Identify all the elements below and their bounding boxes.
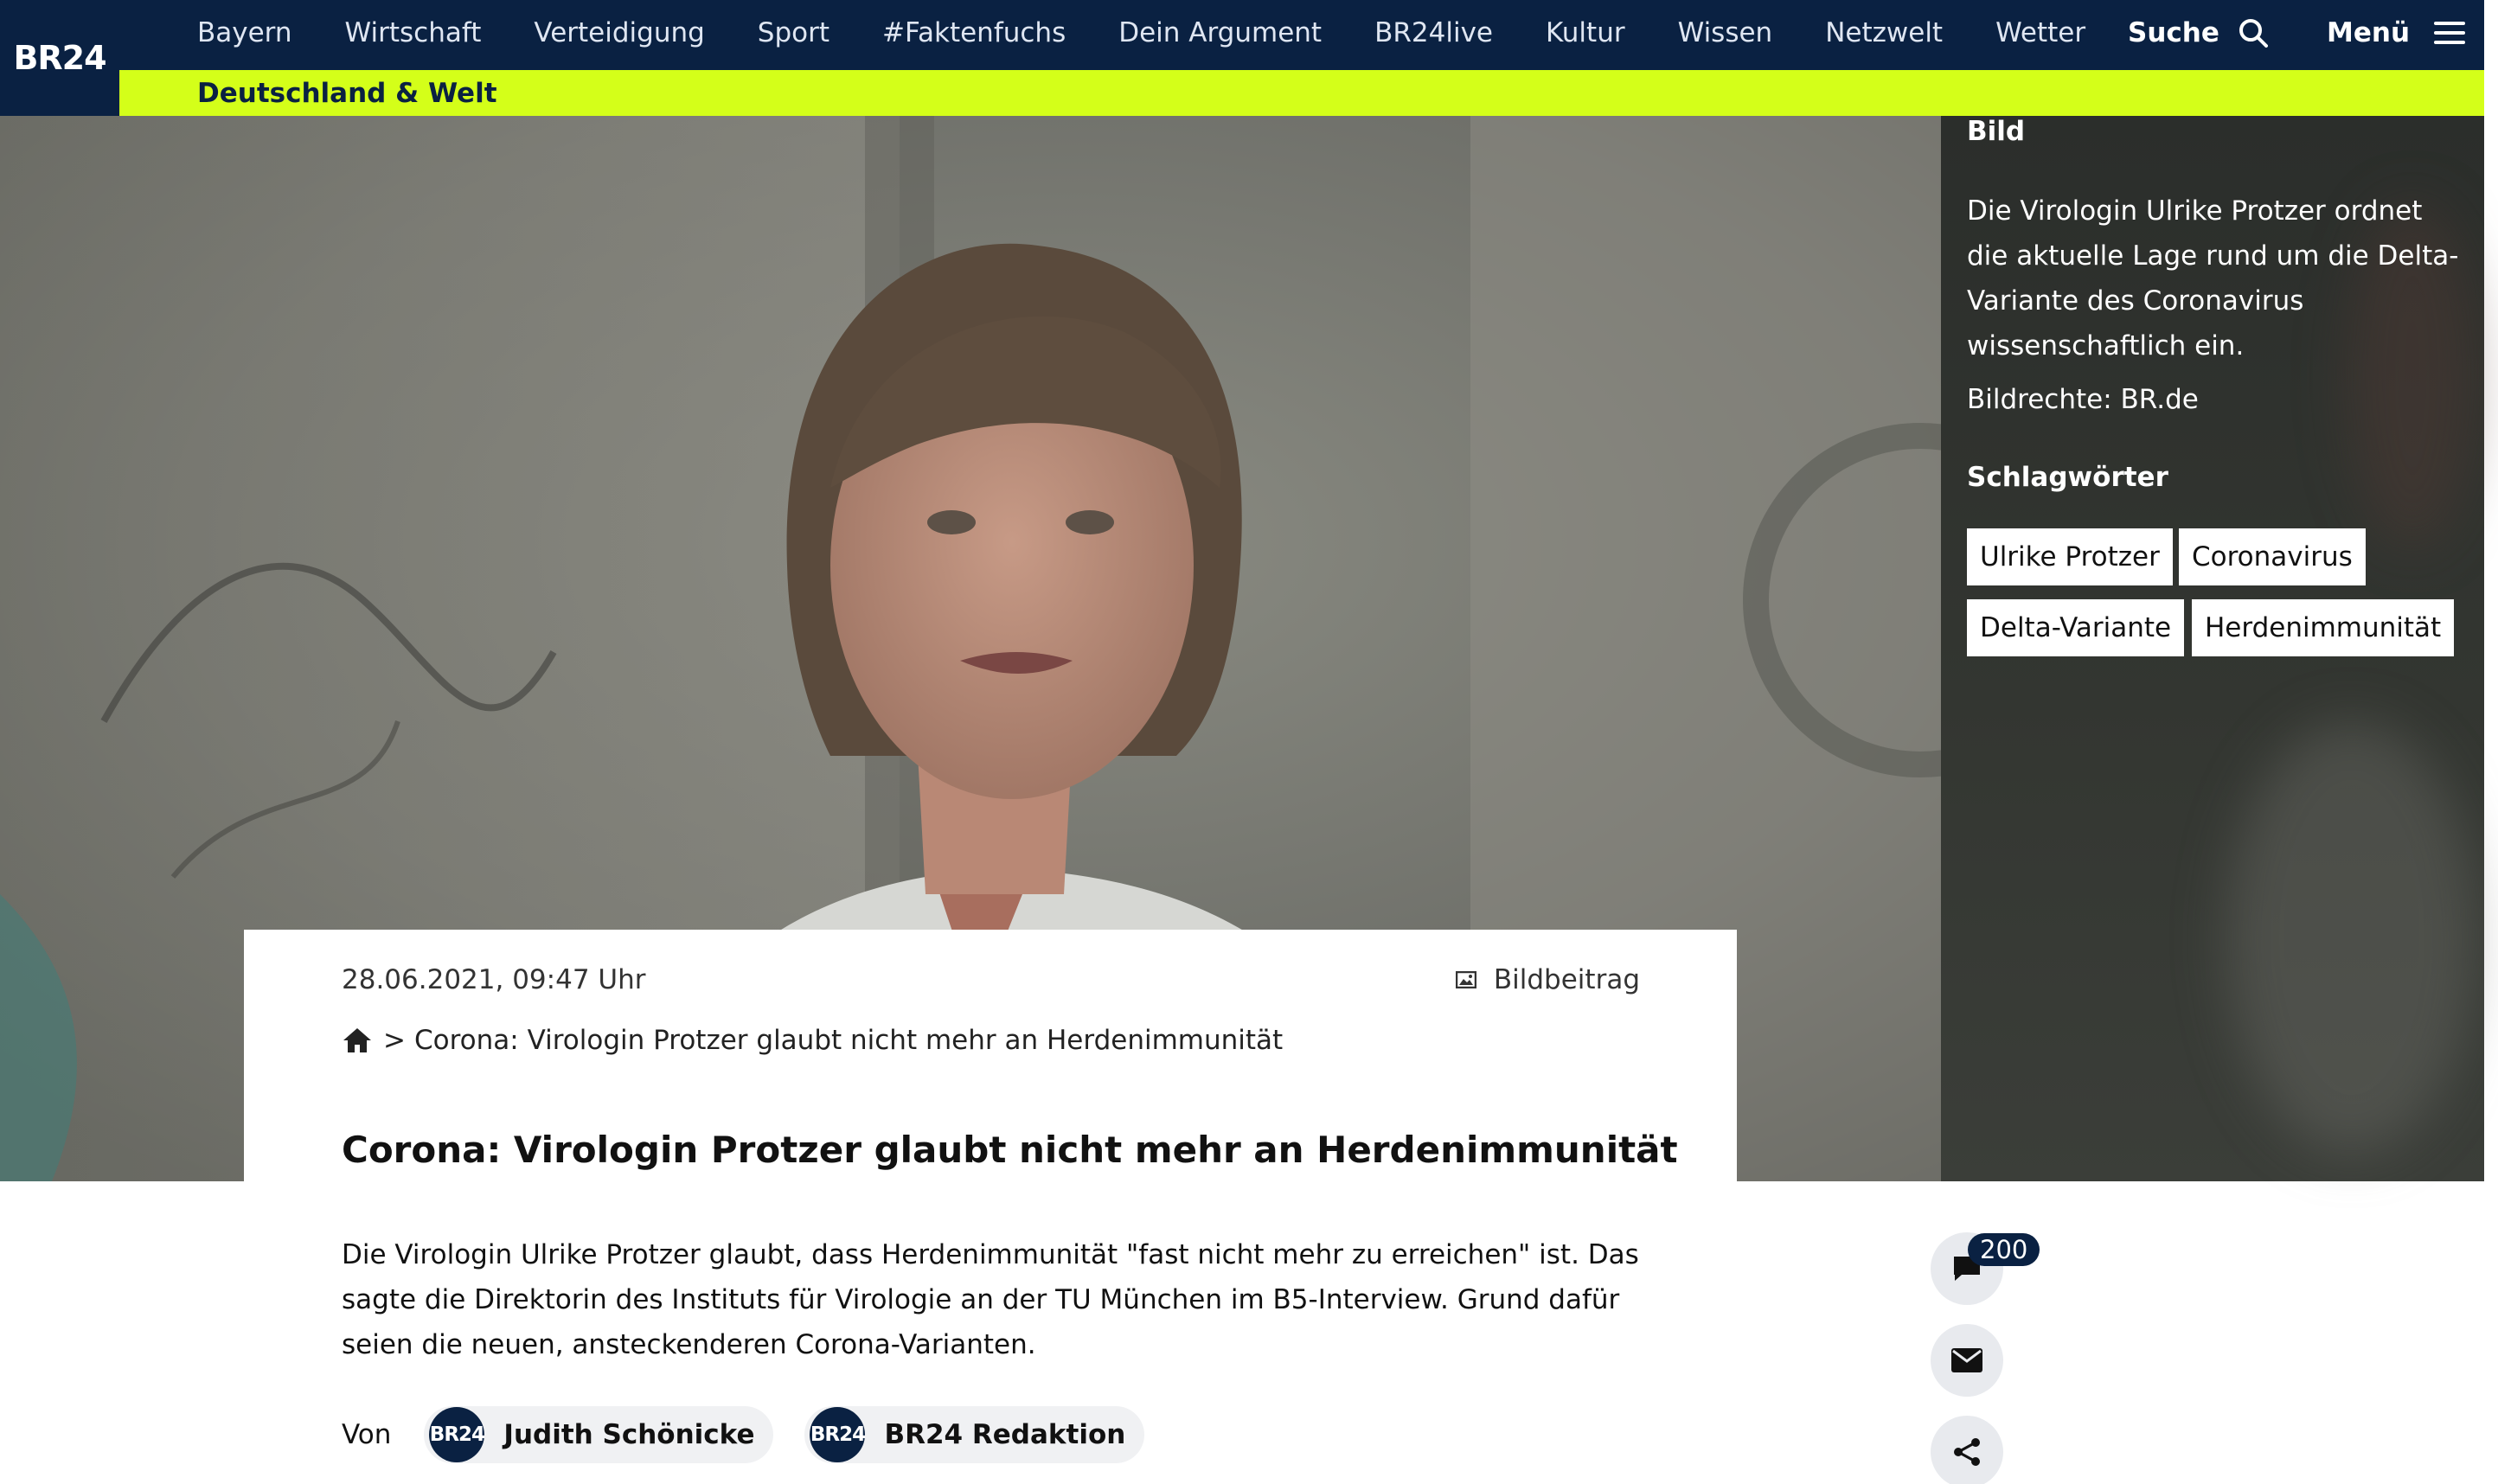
panel-title: Bild (1967, 116, 2026, 147)
hamburger-icon (2434, 22, 2466, 44)
article-teaser: Die Virologin Ulrike Protzer glaubt, das… (342, 1239, 1639, 1360)
image-info-panel: Bild Die Virologin Ulrike Protzer ordnet… (1941, 116, 2484, 1181)
nav-item-wirtschaft[interactable]: Wirtschaft (345, 17, 482, 48)
author-chip-judith-schoenicke[interactable]: BR24 Judith Schönicke (424, 1406, 774, 1463)
article-type: Bildbeitrag (1455, 964, 1640, 995)
publish-date: 28.06.2021, 09:47 Uhr (342, 964, 646, 995)
keywords-title: Schlagwörter (1967, 462, 2168, 493)
image-icon (1455, 971, 1476, 988)
author-list: Von BR24 Judith Schönicke BR24 BR24 Reda… (342, 1406, 1175, 1463)
share-icon (1954, 1438, 1980, 1466)
main-navigation: Bayern Wirtschaft Verteidigung Sport #Fa… (197, 0, 2085, 66)
image-credit: Bildrechte: BR.de (1967, 384, 2199, 415)
br24-logo[interactable]: BR24 (0, 0, 119, 116)
menu-label: Menü (2327, 17, 2411, 48)
nav-item-wissen[interactable]: Wissen (1678, 17, 1773, 48)
nav-item-faktenfuchs[interactable]: #Faktenfuchs (882, 17, 1066, 48)
image-caption: Die Virologin Ulrike Protzer ordnet die … (1967, 195, 2459, 361)
nav-item-sport[interactable]: Sport (758, 17, 829, 48)
author-chip-br24-redaktion[interactable]: BR24 BR24 Redaktion (804, 1406, 1145, 1463)
author-avatar: BR24 (429, 1407, 485, 1462)
share-button[interactable] (1931, 1416, 2003, 1484)
section-bar: Deutschland & Welt (119, 70, 2484, 116)
search-label: Suche (2128, 17, 2219, 48)
comment-count-badge: 200 (1968, 1233, 2040, 1266)
nav-item-bayern[interactable]: Bayern (197, 17, 292, 48)
nav-item-dein-argument[interactable]: Dein Argument (1118, 17, 1322, 48)
breadcrumb-separator: > (383, 1025, 406, 1056)
tag-delta-variante[interactable]: Delta-Variante (1967, 599, 2185, 656)
author-name: Judith Schönicke (503, 1419, 755, 1450)
tag-herdenimmunitaet[interactable]: Herdenimmunität (2192, 599, 2455, 656)
mail-icon (1951, 1348, 1982, 1372)
tag-coronavirus[interactable]: Coronavirus (2179, 528, 2366, 585)
author-name: BR24 Redaktion (884, 1419, 1126, 1450)
home-icon[interactable] (342, 1027, 373, 1054)
section-link-deutschland-welt[interactable]: Deutschland & Welt (197, 78, 497, 109)
nav-item-verteidigung[interactable]: Verteidigung (534, 17, 704, 48)
breadcrumb-current: Corona: Virologin Protzer glaubt nicht m… (413, 1025, 1284, 1056)
search-button[interactable]: Suche (2128, 0, 2268, 66)
nav-item-wetter[interactable]: Wetter (1995, 17, 2085, 48)
email-share-button[interactable] (1931, 1324, 2003, 1397)
search-icon (2239, 19, 2268, 48)
nav-item-br24live[interactable]: BR24live (1374, 17, 1493, 48)
author-avatar: BR24 (810, 1407, 866, 1462)
by-label: Von (342, 1419, 392, 1450)
nav-item-kultur[interactable]: Kultur (1546, 17, 1625, 48)
breadcrumb: > Corona: Virologin Protzer glaubt nicht… (342, 1025, 1283, 1056)
tag-ulrike-protzer[interactable]: Ulrike Protzer (1967, 528, 2173, 585)
article-headline: Corona: Virologin Protzer glaubt nicht m… (342, 1129, 1678, 1171)
article-type-label: Bildbeitrag (1493, 964, 1640, 995)
menu-button[interactable]: Menü (2327, 0, 2466, 66)
nav-item-netzwelt[interactable]: Netzwelt (1825, 17, 1943, 48)
article-header-card: 28.06.2021, 09:47 Uhr Bildbeitrag > Coro… (244, 930, 1737, 1181)
